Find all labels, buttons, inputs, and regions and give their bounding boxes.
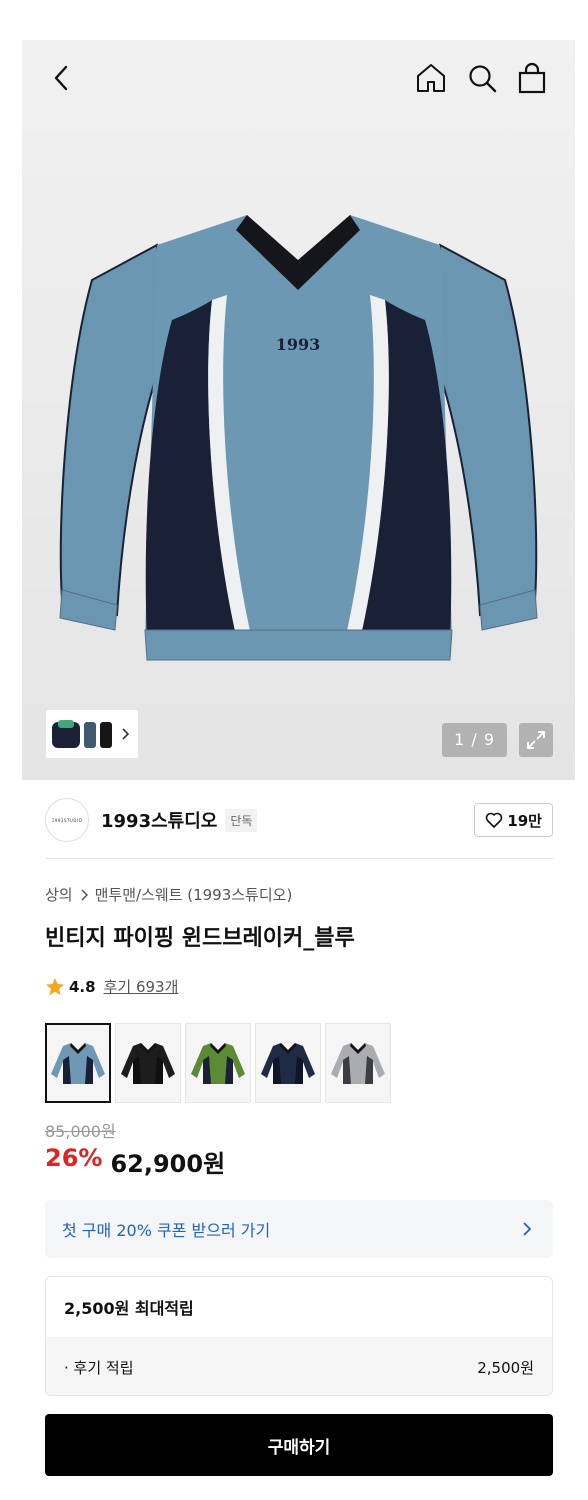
brand-name[interactable]: 1993스튜디오 bbox=[101, 807, 217, 833]
chevron-right-icon bbox=[122, 728, 130, 740]
home-button[interactable] bbox=[413, 60, 449, 96]
discount-rate: 26% bbox=[45, 1144, 103, 1172]
like-count: 19만 bbox=[507, 811, 542, 830]
swatch-image bbox=[331, 1043, 385, 1084]
search-button[interactable] bbox=[464, 60, 500, 96]
product-image: 1993 bbox=[59, 215, 538, 661]
product-print-text: 1993 bbox=[276, 335, 321, 354]
brand-row: 1993STUDIO 1993스튜디오 단독 19만 bbox=[45, 797, 553, 843]
product-title: 빈티지 파이핑 윈드브레이커_블루 bbox=[45, 926, 355, 951]
expand-icon bbox=[527, 731, 545, 749]
shopping-bag-icon bbox=[518, 62, 546, 94]
breadcrumb-item-subcategory[interactable]: 맨투맨/스웨트 (1993스튜디오) bbox=[95, 884, 293, 905]
color-swatch[interactable] bbox=[115, 1023, 181, 1103]
color-swatch[interactable] bbox=[45, 1023, 111, 1103]
price-row: 26% 62,900원 bbox=[45, 1144, 225, 1179]
home-icon bbox=[417, 64, 445, 92]
breadcrumb: 상의 맨투맨/스웨트 (1993스튜디오) bbox=[45, 884, 292, 905]
points-box: 2,500원 최대적립 · 후기 적립 2,500원 bbox=[45, 1276, 553, 1396]
rating-score: 4.8 bbox=[69, 977, 96, 996]
cart-button[interactable] bbox=[514, 60, 550, 96]
swatch-image bbox=[191, 1043, 245, 1084]
points-header: 2,500원 최대적립 bbox=[64, 1299, 194, 1318]
chevron-right-icon bbox=[523, 1222, 532, 1236]
brand-logo[interactable]: 1993STUDIO bbox=[45, 798, 89, 842]
back-button[interactable] bbox=[44, 60, 80, 96]
sale-price: 62,900원 bbox=[110, 1150, 226, 1178]
exclusive-badge: 단독 bbox=[225, 808, 258, 832]
original-price: 85,000원 bbox=[45, 1122, 116, 1141]
color-swatch[interactable] bbox=[325, 1023, 391, 1103]
points-row-value: 2,500원 bbox=[477, 1358, 534, 1377]
points-row-label: · 후기 적립 bbox=[64, 1358, 134, 1377]
heart-icon bbox=[486, 812, 503, 828]
swatch-image bbox=[121, 1043, 175, 1084]
like-button[interactable]: 19만 bbox=[474, 803, 553, 837]
coupon-banner[interactable]: 첫 구매 20% 쿠폰 받으러 가기 bbox=[45, 1200, 553, 1258]
color-swatch[interactable] bbox=[185, 1023, 251, 1103]
star-icon bbox=[46, 977, 64, 995]
buy-button[interactable]: 구매하기 bbox=[45, 1414, 553, 1476]
swatch-image bbox=[261, 1043, 315, 1084]
points-row: · 후기 적립 2,500원 bbox=[46, 1337, 552, 1395]
review-link[interactable]: 후기 693개 bbox=[104, 976, 179, 997]
coupon-text: 첫 구매 20% 쿠폰 받으러 가기 bbox=[62, 1221, 271, 1240]
rating-row: 4.8 후기 693개 bbox=[45, 976, 178, 997]
color-swatch[interactable] bbox=[255, 1023, 321, 1103]
divider bbox=[45, 858, 553, 859]
chevron-right-icon bbox=[81, 888, 88, 901]
color-swatches bbox=[45, 1023, 391, 1103]
breadcrumb-item-category[interactable]: 상의 bbox=[45, 884, 73, 905]
swatch-image bbox=[51, 1043, 105, 1084]
thumbnail-strip[interactable] bbox=[46, 710, 138, 758]
search-icon bbox=[469, 65, 497, 93]
image-pager: 1 / 9 bbox=[442, 723, 507, 757]
brand-logo-text: 1993STUDIO bbox=[51, 817, 83, 823]
product-gallery[interactable]: 1993 1 / 9 bbox=[22, 40, 575, 780]
top-nav bbox=[22, 40, 575, 112]
chevron-left-icon bbox=[54, 65, 68, 91]
expand-button[interactable] bbox=[519, 723, 553, 757]
thumbnail-image bbox=[52, 720, 112, 748]
